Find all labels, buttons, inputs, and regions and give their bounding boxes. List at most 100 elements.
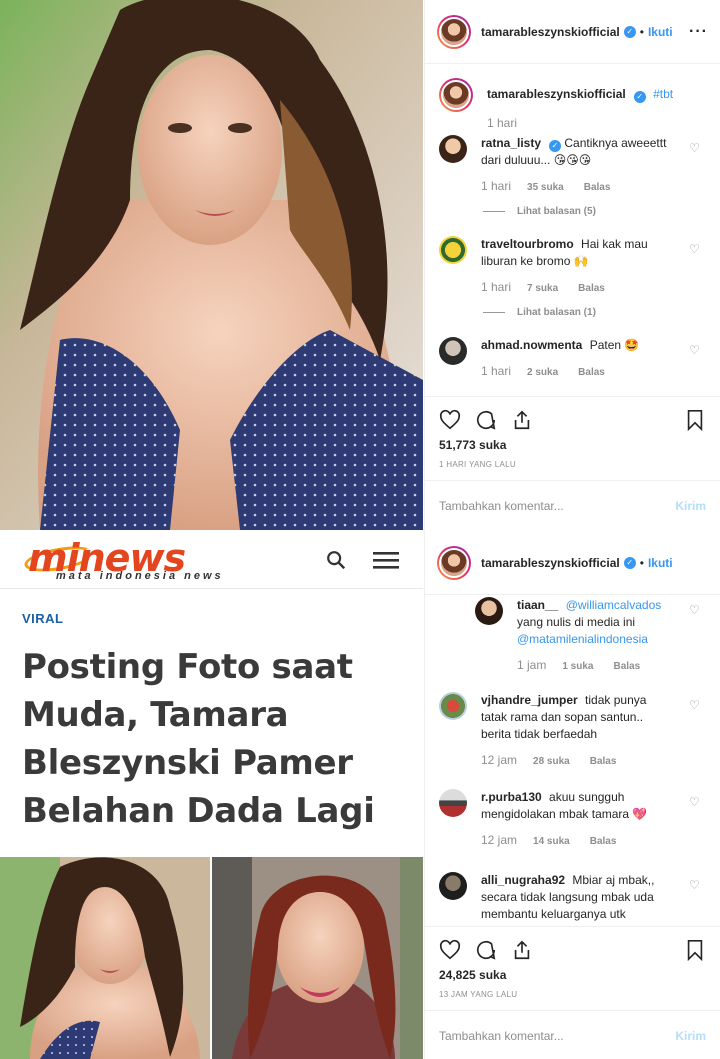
send-button[interactable]: Kirim bbox=[675, 1029, 706, 1043]
add-comment-input[interactable]: Tambahkan komentar... bbox=[439, 1029, 564, 1043]
comments-list[interactable]: tiaan__ @williamcalvados yang nulis di m… bbox=[425, 595, 720, 925]
separator-dot: • bbox=[639, 555, 644, 570]
avatar[interactable] bbox=[437, 545, 471, 580]
bookmark-icon[interactable] bbox=[684, 939, 706, 961]
add-comment-bar: Tambahkan komentar... Kirim bbox=[425, 1010, 720, 1059]
action-bar bbox=[425, 926, 720, 972]
comment-likes[interactable]: 7 suka bbox=[527, 280, 558, 297]
comment-username[interactable]: r.purba130 bbox=[481, 790, 542, 804]
news-navbar: minews mata indonesia news bbox=[0, 531, 423, 589]
comment-likes[interactable]: 14 suka bbox=[533, 833, 570, 850]
comment-reply: tiaan__ @williamcalvados yang nulis di m… bbox=[461, 597, 720, 675]
post-header: tamarableszynskiofficial ✓ • Ikuti ··· bbox=[425, 0, 720, 64]
reply-button[interactable]: Balas bbox=[578, 280, 605, 297]
comment-username[interactable]: tiaan__ bbox=[517, 598, 558, 612]
article-image[interactable] bbox=[0, 857, 423, 1059]
username[interactable]: tamarableszynskiofficial bbox=[481, 556, 620, 570]
category-label[interactable]: VIRAL bbox=[22, 611, 64, 626]
add-comment-input[interactable]: Tambahkan komentar... bbox=[439, 499, 564, 513]
comment: traveltourbromo Hai kak mau liburan ke b… bbox=[425, 236, 720, 318]
reply-button[interactable]: Balas bbox=[590, 753, 617, 770]
comment: alli_nugraha92 Mbiar aj mbak,, secara ti… bbox=[425, 872, 720, 923]
comment-username[interactable]: ratna_listy bbox=[481, 136, 541, 150]
reply-button[interactable]: Balas bbox=[578, 364, 605, 381]
like-comment-icon[interactable]: ♡ bbox=[689, 243, 700, 255]
like-comment-icon[interactable]: ♡ bbox=[689, 879, 700, 891]
post-date: 1 HARI YANG LALU bbox=[439, 460, 516, 469]
reply-button[interactable]: Balas bbox=[584, 179, 611, 196]
post-panel-2: tamarableszynskiofficial ✓ • Ikuti tiaan… bbox=[424, 531, 720, 1059]
avatar[interactable] bbox=[437, 14, 471, 49]
portrait-photo bbox=[0, 0, 423, 530]
like-comment-icon[interactable]: ♡ bbox=[689, 796, 700, 808]
add-comment-bar: Tambahkan komentar... Kirim bbox=[425, 480, 720, 530]
logo-tagline: mata indonesia news bbox=[56, 569, 224, 582]
comment-bubble-icon[interactable] bbox=[475, 409, 497, 431]
comment-likes[interactable]: 35 suka bbox=[527, 179, 564, 196]
comment-likes[interactable]: 1 suka bbox=[562, 658, 593, 675]
avatar[interactable] bbox=[439, 872, 467, 900]
hashtag-link[interactable]: #tbt bbox=[653, 87, 673, 101]
comment-time: 1 hari bbox=[481, 179, 512, 193]
comment-time: 1 hari bbox=[481, 280, 512, 294]
more-options-icon[interactable]: ··· bbox=[689, 23, 708, 41]
caption-username[interactable]: tamarableszynskiofficial bbox=[487, 87, 626, 101]
comment-bubble-icon[interactable] bbox=[475, 939, 497, 961]
view-replies-button[interactable]: Lihat balasan (5) bbox=[483, 206, 720, 217]
separator-dot: • bbox=[639, 24, 644, 39]
like-comment-icon[interactable]: ♡ bbox=[689, 699, 700, 711]
comment: ratna_listy ✓ Cantiknya aweeettt dari dul… bbox=[425, 135, 720, 217]
comment-time: 12 jam bbox=[481, 753, 518, 767]
comment-username[interactable]: ahmad.nowmenta bbox=[481, 338, 582, 352]
avatar[interactable] bbox=[439, 692, 467, 720]
comment-text: yang nulis di media ini bbox=[517, 615, 636, 629]
like-comment-icon[interactable]: ♡ bbox=[689, 142, 700, 154]
verified-badge-icon: ✓ bbox=[623, 556, 636, 569]
comment-likes[interactable]: 2 suka bbox=[527, 364, 558, 381]
like-heart-icon[interactable] bbox=[439, 409, 461, 431]
verified-badge-icon: ✓ bbox=[623, 25, 636, 38]
reply-button[interactable]: Balas bbox=[590, 833, 617, 850]
post-date: 13 JAM YANG LALU bbox=[439, 990, 518, 999]
like-comment-icon[interactable]: ♡ bbox=[689, 344, 700, 356]
share-icon[interactable] bbox=[511, 409, 533, 431]
avatar[interactable] bbox=[439, 789, 467, 817]
like-heart-icon[interactable] bbox=[439, 939, 461, 961]
avatar[interactable] bbox=[439, 337, 467, 365]
reply-button[interactable]: Balas bbox=[613, 658, 640, 675]
hamburger-menu-icon[interactable] bbox=[373, 550, 399, 570]
view-replies-button[interactable]: Lihat balasan (1) bbox=[483, 307, 720, 318]
comment-username[interactable]: alli_nugraha92 bbox=[481, 873, 565, 887]
minews-logo[interactable]: minews mata indonesia news bbox=[22, 534, 284, 586]
avatar[interactable] bbox=[439, 78, 473, 112]
post-header: tamarableszynskiofficial ✓ • Ikuti bbox=[425, 531, 720, 595]
search-icon[interactable] bbox=[325, 549, 347, 571]
share-icon[interactable] bbox=[511, 939, 533, 961]
article-photos bbox=[0, 857, 423, 1059]
comment-time: 12 jam bbox=[481, 833, 518, 847]
verified-badge-icon: ✓ bbox=[633, 91, 646, 103]
avatar[interactable] bbox=[439, 236, 467, 264]
follow-button[interactable]: Ikuti bbox=[648, 556, 673, 570]
comment-time: 1 hari bbox=[481, 364, 512, 378]
avatar[interactable] bbox=[475, 597, 503, 625]
send-button[interactable]: Kirim bbox=[675, 499, 706, 513]
like-comment-icon[interactable]: ♡ bbox=[689, 604, 700, 616]
comment: ahmad.nowmenta Paten 🤩 1 hari 2 suka Balas… bbox=[425, 337, 720, 381]
verified-badge-icon: ✓ bbox=[549, 140, 562, 152]
comment-likes[interactable]: 28 suka bbox=[533, 753, 570, 770]
comment-username[interactable]: vjhandre_jumper bbox=[481, 693, 578, 707]
comment-time: 1 jam bbox=[517, 658, 547, 672]
mention-link[interactable]: @williamcalvados bbox=[566, 598, 662, 612]
comment-username[interactable]: traveltourbromo bbox=[481, 237, 574, 251]
mention-link[interactable]: @matamilenialindonesia bbox=[517, 631, 677, 648]
avatar[interactable] bbox=[439, 135, 467, 163]
bookmark-icon[interactable] bbox=[684, 409, 706, 431]
username[interactable]: tamarableszynskiofficial bbox=[481, 25, 620, 39]
article-headline: Posting Foto saat Muda, Tamara Bleszynsk… bbox=[22, 647, 375, 831]
post-photo[interactable] bbox=[0, 0, 423, 530]
action-bar bbox=[425, 396, 720, 442]
follow-button[interactable]: Ikuti bbox=[648, 25, 673, 39]
caption-time: 1 hari bbox=[487, 116, 518, 130]
comment: vjhandre_jumper tidak punya tatak rama d… bbox=[425, 692, 720, 770]
